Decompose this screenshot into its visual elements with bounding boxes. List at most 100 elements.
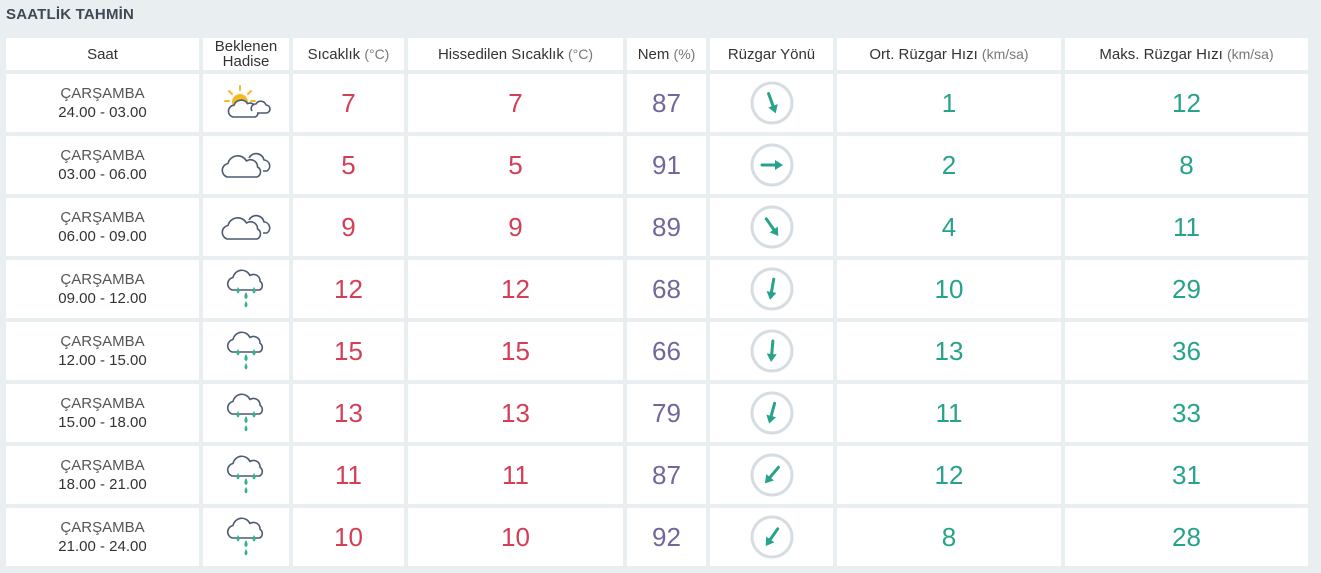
- time-cell: ÇARŞAMBA 18.00 - 21.00: [6, 446, 199, 504]
- wind-direction-arrow-icon: [710, 80, 833, 126]
- time-cell: ÇARŞAMBA 21.00 - 24.00: [6, 508, 199, 566]
- humidity-cell: 91: [627, 136, 706, 194]
- weather-cell: [203, 260, 289, 318]
- header-saat-label: Saat: [87, 45, 118, 63]
- day-label: ÇARŞAMBA: [60, 333, 145, 350]
- header-sicaklik-label: Sıcaklık: [307, 45, 361, 63]
- weather-cell: [203, 74, 289, 132]
- humidity-value: 87: [652, 459, 681, 490]
- header-ruzgar-yonu: Rüzgar Yönü: [710, 38, 833, 70]
- temperature-cell: 7: [293, 74, 404, 132]
- table-header-row: Saat Beklenen Hadise Sıcaklık (°C) Hissed…: [6, 38, 1308, 70]
- avg-wind-value: 4: [941, 211, 957, 242]
- feels-like-value: 13: [501, 397, 530, 428]
- avg-wind-cell: 11: [837, 384, 1061, 442]
- day-label: ÇARŞAMBA: [60, 457, 145, 474]
- wind-direction-arrow-icon: [710, 514, 833, 560]
- avg-wind-cell: 12: [837, 446, 1061, 504]
- temperature-value: 9: [341, 211, 356, 242]
- temperature-cell: 13: [293, 384, 404, 442]
- header-hadise: Beklenen Hadise: [203, 38, 289, 70]
- header-nem: Nem (%): [627, 38, 706, 70]
- time-cell: ÇARŞAMBA 24.00 - 03.00: [6, 74, 199, 132]
- wind-direction-cell: [710, 322, 833, 380]
- day-label: ÇARŞAMBA: [60, 395, 145, 412]
- avg-wind-cell: 4: [837, 198, 1061, 256]
- time-cell: ÇARŞAMBA 15.00 - 18.00: [6, 384, 199, 442]
- humidity-value: 91: [652, 149, 681, 180]
- max-wind-value: 31: [1172, 459, 1201, 490]
- table-row: ÇARŞAMBA 03.00 - 06.00 5 5 91 2 8: [6, 136, 1308, 194]
- temperature-value: 15: [334, 335, 363, 366]
- header-saat: Saat: [6, 38, 199, 70]
- weather-cell: [203, 136, 289, 194]
- humidity-value: 89: [652, 211, 681, 242]
- header-maks-ruzgar-unit: (km/sa): [1226, 45, 1274, 62]
- cloudy-icon: [203, 148, 289, 182]
- feels-like-value: 12: [501, 273, 530, 304]
- humidity-value: 79: [652, 397, 681, 428]
- time-range: 09.00 - 12.00: [58, 290, 147, 307]
- feels-like-value: 10: [501, 521, 530, 552]
- header-ort-ruzgar-label: Ort. Rüzgar Hızı: [869, 45, 978, 63]
- header-sicaklik: Sıcaklık (°C): [293, 38, 404, 70]
- max-wind-value: 12: [1172, 87, 1201, 118]
- header-maks-ruzgar: Maks. Rüzgar Hızı (km/sa): [1065, 38, 1308, 70]
- avg-wind-cell: 8: [837, 508, 1061, 566]
- header-sicaklik-unit: (°C): [364, 45, 390, 62]
- partly-cloudy-icon: [203, 84, 289, 122]
- humidity-value: 92: [652, 521, 681, 552]
- time-range: 18.00 - 21.00: [58, 476, 147, 493]
- header-hadise-line2: Hadise: [222, 53, 270, 70]
- max-wind-value: 8: [1179, 149, 1194, 180]
- wind-direction-cell: [710, 508, 833, 566]
- avg-wind-value: 2: [941, 149, 957, 180]
- header-hissedilen-unit: (°C): [568, 45, 594, 62]
- avg-wind-cell: 1: [837, 74, 1061, 132]
- temperature-value: 10: [334, 521, 363, 552]
- avg-wind-value: 12: [934, 459, 964, 490]
- table-row: ÇARŞAMBA 18.00 - 21.00 11 11 87 12 31: [6, 446, 1308, 504]
- humidity-value: 68: [652, 273, 681, 304]
- time-range: 06.00 - 09.00: [58, 228, 147, 245]
- wind-direction-cell: [710, 74, 833, 132]
- time-cell: ÇARŞAMBA 03.00 - 06.00: [6, 136, 199, 194]
- temperature-cell: 9: [293, 198, 404, 256]
- table-row: ÇARŞAMBA 06.00 - 09.00 9 9 89 4 11: [6, 198, 1308, 256]
- time-cell: ÇARŞAMBA 06.00 - 09.00: [6, 198, 199, 256]
- weather-cell: [203, 198, 289, 256]
- feels-like-cell: 10: [408, 508, 623, 566]
- header-ort-ruzgar: Ort. Rüzgar Hızı (km/sa): [837, 38, 1061, 70]
- max-wind-cell: 28: [1065, 508, 1308, 566]
- section-title: SAATLİK TAHMİN: [6, 6, 135, 23]
- time-cell: ÇARŞAMBA 12.00 - 15.00: [6, 322, 199, 380]
- max-wind-cell: 11: [1065, 198, 1308, 256]
- temperature-cell: 11: [293, 446, 404, 504]
- wind-direction-arrow-icon: [710, 204, 833, 250]
- temperature-value: 7: [341, 87, 356, 118]
- humidity-value: 87: [652, 87, 681, 118]
- day-label: ÇARŞAMBA: [60, 147, 145, 164]
- max-wind-value: 28: [1172, 521, 1201, 552]
- feels-like-value: 5: [508, 149, 523, 180]
- header-hissedilen-label: Hissedilen Sıcaklık: [437, 45, 564, 63]
- wind-direction-cell: [710, 384, 833, 442]
- wind-direction-arrow-icon: [710, 142, 833, 188]
- avg-wind-value: 1: [941, 87, 957, 118]
- avg-wind-value: 8: [941, 521, 957, 552]
- wind-direction-cell: [710, 136, 833, 194]
- temperature-cell: 12: [293, 260, 404, 318]
- feels-like-cell: 7: [408, 74, 623, 132]
- wind-direction-cell: [710, 446, 833, 504]
- max-wind-cell: 12: [1065, 74, 1308, 132]
- hourly-forecast-table: Saat Beklenen Hadise Sıcaklık (°C) Hissed…: [2, 34, 1312, 570]
- feels-like-value: 11: [502, 459, 529, 490]
- temperature-value: 13: [334, 397, 363, 428]
- humidity-cell: 66: [627, 322, 706, 380]
- feels-like-cell: 11: [408, 446, 623, 504]
- header-ruzgar-yonu-label: Rüzgar Yönü: [727, 45, 816, 63]
- table-row: ÇARŞAMBA 21.00 - 24.00 10 10 92 8 28: [6, 508, 1308, 566]
- temperature-value: 5: [341, 149, 356, 180]
- humidity-value: 66: [652, 335, 681, 366]
- header-hissedilen: Hissedilen Sıcaklık (°C): [408, 38, 623, 70]
